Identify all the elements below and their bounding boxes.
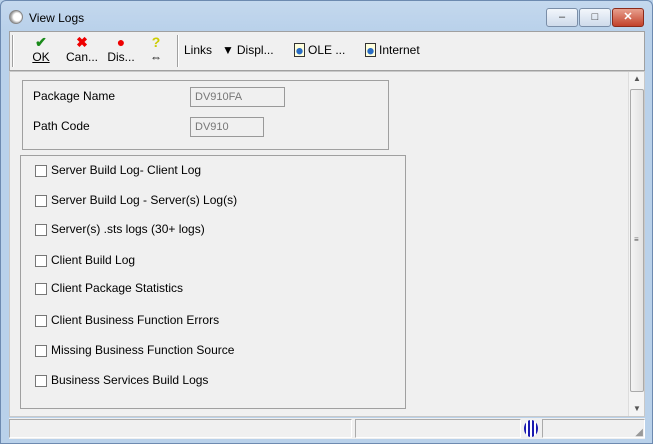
ole-button[interactable]: OLE ... xyxy=(294,43,345,57)
maximize-button[interactable]: □ xyxy=(579,8,611,27)
log-checkbox[interactable] xyxy=(35,375,47,387)
resize-grip-icon[interactable]: ◢ xyxy=(635,427,643,438)
ok-label: OK xyxy=(32,50,50,64)
globe-icon xyxy=(524,420,538,437)
display-menu[interactable]: ▼ Displ... xyxy=(222,43,274,57)
cancel-label: Can... xyxy=(65,50,98,64)
internet-button[interactable]: Internet xyxy=(365,43,420,57)
displ-label: Displ... xyxy=(236,43,274,57)
log-option-label: Client Business Function Errors xyxy=(51,313,220,327)
window: View Logs – □ ✕ ✔ OK ✖ Can... ● Dis... ?… xyxy=(0,0,653,444)
display-button[interactable]: ● Dis... xyxy=(106,34,136,64)
triangle-down-icon: ▼ xyxy=(222,43,234,57)
scroll-thumb[interactable]: ≡ xyxy=(630,89,644,392)
log-checkbox[interactable] xyxy=(35,224,47,236)
log-option-label: Client Package Statistics xyxy=(51,281,184,295)
glasses-icon: ● xyxy=(116,34,126,50)
x-icon: ✖ xyxy=(76,34,88,50)
log-option-label: Server Build Log - Server(s) Log(s) xyxy=(51,193,238,207)
package-name-field[interactable]: DV910FA xyxy=(190,87,285,107)
status-pane xyxy=(9,419,352,438)
document-icon xyxy=(365,43,376,57)
logs-group: Server Build Log- Client Log Server Build… xyxy=(20,155,406,409)
display-label: Dis... xyxy=(107,50,135,64)
help-label: ⇔ xyxy=(150,50,162,64)
window-title: View Logs xyxy=(29,11,85,25)
scroll-down-icon[interactable]: ▼ xyxy=(633,404,641,413)
path-code-field[interactable]: DV910 xyxy=(190,117,264,137)
path-code-label: Path Code xyxy=(33,119,90,133)
internet-label: Internet xyxy=(379,43,420,57)
log-checkbox[interactable] xyxy=(35,195,47,207)
package-name-label: Package Name xyxy=(33,89,116,103)
status-pane xyxy=(355,419,521,438)
log-option-label: Server(s) .sts logs (30+ logs) xyxy=(51,222,205,236)
package-group: Package Name DV910FA Path Code DV910 xyxy=(22,80,389,150)
toolbar: ✔ OK ✖ Can... ● Dis... ? ⇔ Links ▼ Displ.… xyxy=(9,31,645,71)
help-pointer-icon: ? xyxy=(151,34,161,50)
help-button[interactable]: ? ⇔ xyxy=(145,34,167,64)
log-checkbox[interactable] xyxy=(35,283,47,295)
log-option-label: Server Build Log- Client Log xyxy=(51,163,202,177)
close-button[interactable]: ✕ xyxy=(612,8,644,27)
links-menu[interactable]: Links xyxy=(184,43,212,57)
log-option-label: Client Build Log xyxy=(51,253,136,267)
minimize-button[interactable]: – xyxy=(546,8,578,27)
links-label: Links xyxy=(184,43,213,57)
vertical-scrollbar[interactable]: ▲ ≡ ▼ xyxy=(628,72,644,416)
log-checkbox[interactable] xyxy=(35,315,47,327)
log-checkbox[interactable] xyxy=(35,345,47,357)
log-checkbox[interactable] xyxy=(35,165,47,177)
ole-label: OLE ... xyxy=(308,43,346,57)
log-option-label: Business Services Build Logs xyxy=(51,373,209,387)
log-checkbox[interactable] xyxy=(35,255,47,267)
status-bar: ◢ xyxy=(9,418,645,439)
document-icon xyxy=(294,43,305,57)
app-icon xyxy=(9,10,23,24)
ok-button[interactable]: ✔ OK xyxy=(30,34,52,64)
cancel-button[interactable]: ✖ Can... xyxy=(64,34,100,64)
scroll-up-icon[interactable]: ▲ xyxy=(633,74,641,83)
status-pane xyxy=(542,419,645,438)
form-content: Package Name DV910FA Path Code DV910 Ser… xyxy=(9,71,645,417)
check-icon: ✔ xyxy=(35,34,47,50)
log-option-label: Missing Business Function Source xyxy=(51,343,235,357)
